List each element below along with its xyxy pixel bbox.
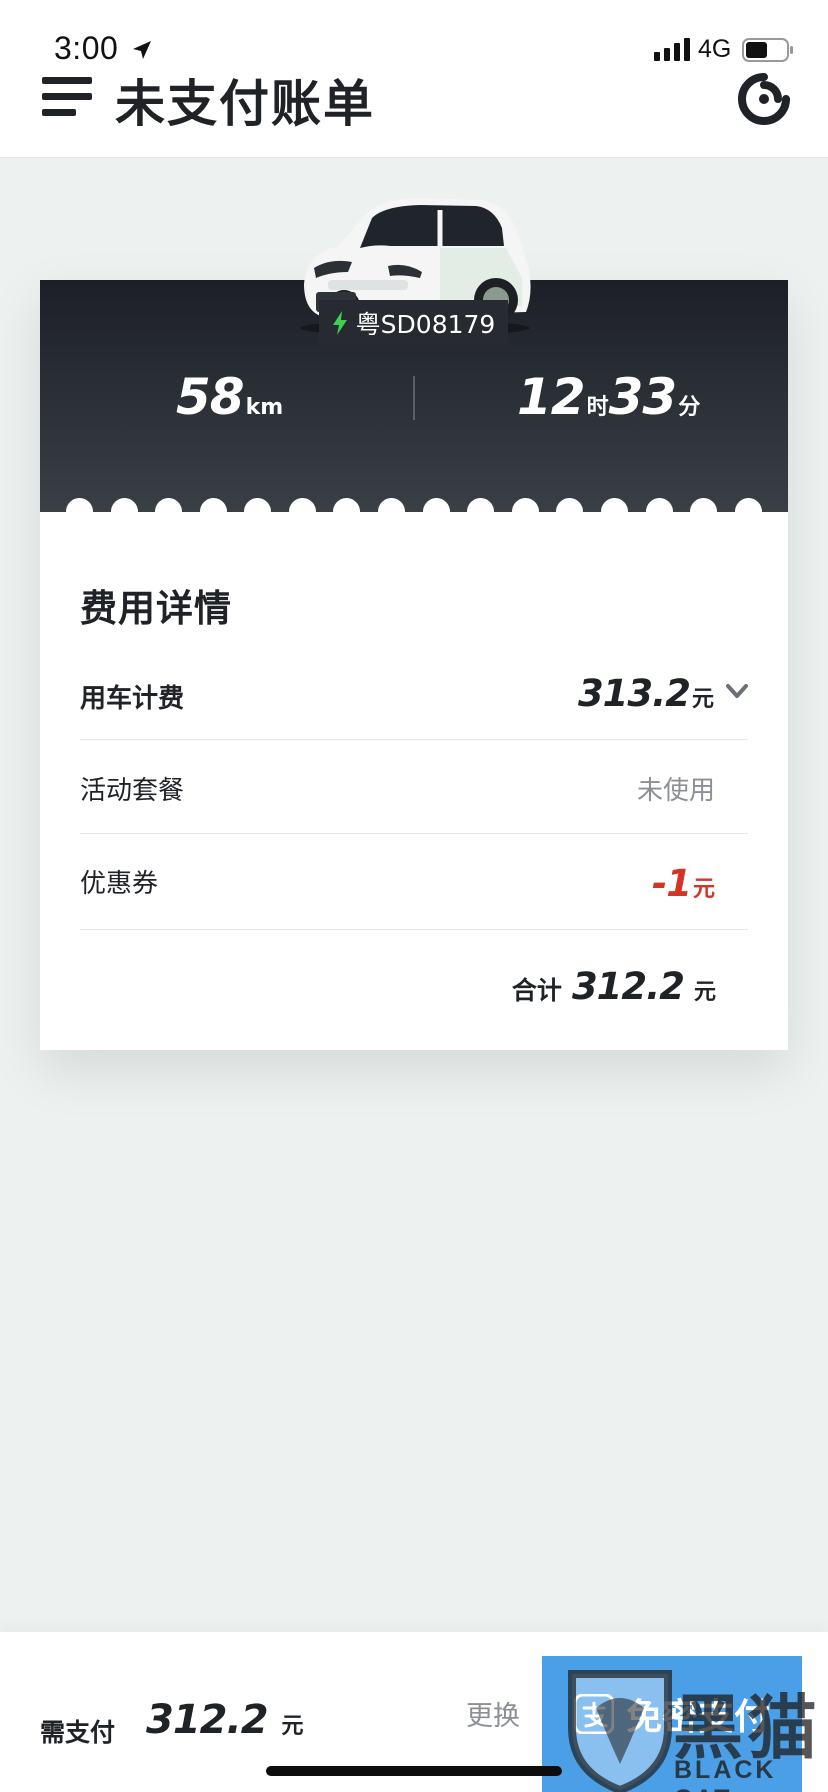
plate-number: 粤SD08179	[355, 309, 496, 339]
distance-value: 58	[176, 368, 245, 426]
row-divider	[80, 929, 748, 930]
currency-unit: 元	[693, 980, 716, 1005]
usage-fee-label: 用车计费	[80, 684, 185, 714]
ticket-edge	[40, 494, 788, 514]
total-row: 合计 312.2 元	[512, 965, 716, 1008]
home-indicator	[266, 1766, 562, 1776]
status-time: 3:00	[54, 30, 119, 66]
coupon-value: -1	[651, 862, 692, 905]
row-divider	[80, 739, 748, 740]
trip-duration: 12 时 33 分	[517, 368, 700, 426]
license-plate: 粤SD08179	[319, 300, 508, 345]
amount-due-label: 需支付	[40, 1718, 116, 1747]
menu-icon[interactable]	[42, 77, 92, 117]
minutes-value: 33	[608, 368, 678, 426]
page-title: 未支付账单	[115, 75, 375, 133]
package-status[interactable]: 未使用	[637, 770, 715, 807]
alipay-icon	[573, 1694, 614, 1734]
fee-details-title: 费用详情	[80, 587, 232, 630]
usage-fee-amount[interactable]: 313.2 元	[578, 672, 714, 715]
hours-value: 12	[517, 368, 586, 426]
coupon-amount[interactable]: -1 元	[652, 862, 715, 905]
header: 3:00 4G 未支付账单	[0, 0, 828, 158]
usage-fee-value: 313.2	[577, 672, 691, 715]
currency-unit: 元	[281, 1714, 304, 1739]
charging-bolt-icon	[332, 310, 347, 335]
stat-divider	[413, 376, 415, 420]
signal-icon	[654, 38, 690, 61]
amount-due-value: 312.2	[146, 1697, 269, 1743]
location-arrow-icon	[133, 41, 151, 59]
coupon-label: 优惠券	[80, 869, 159, 899]
total-label: 合计	[511, 976, 562, 1005]
network-type: 4G	[698, 35, 732, 63]
package-label: 活动套餐	[80, 776, 185, 806]
minutes-unit: 分	[678, 395, 701, 420]
hours-unit: 时	[586, 395, 609, 420]
amount-due: 312.2 元	[146, 1697, 304, 1743]
trip-distance: 58 km	[176, 368, 283, 426]
change-payment-method-link[interactable]: 更换	[466, 1694, 520, 1733]
watermark-text-en: BLACK CAT	[674, 1756, 777, 1792]
chevron-down-icon[interactable]	[726, 684, 748, 700]
total-value: 312.2	[571, 965, 685, 1008]
distance-unit: km	[245, 395, 284, 420]
currency-unit: 元	[692, 877, 715, 902]
currency-unit: 元	[691, 687, 714, 712]
battery-icon	[742, 38, 793, 62]
row-divider	[80, 833, 748, 834]
customer-service-icon[interactable]	[736, 71, 792, 127]
